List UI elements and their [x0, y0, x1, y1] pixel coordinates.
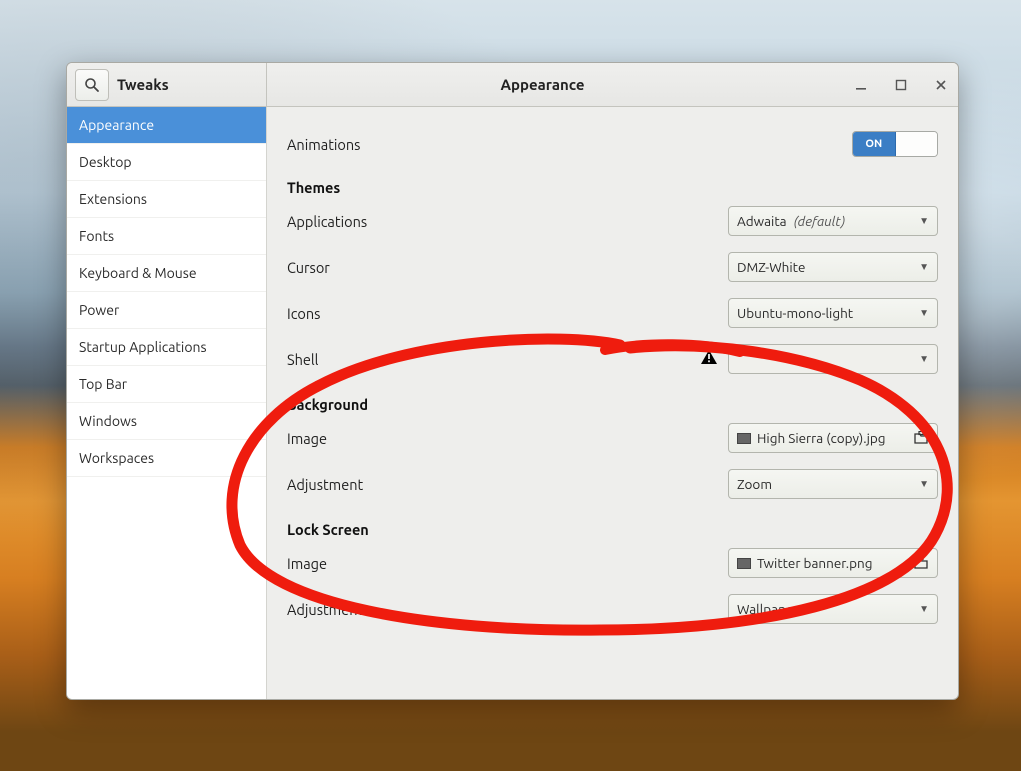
- dropdown-icons-theme[interactable]: Ubuntu-mono-light ▼: [728, 298, 938, 328]
- dropdown-shell-theme: ▼: [728, 344, 938, 374]
- value-icons-theme: Ubuntu-mono-light: [737, 305, 853, 321]
- warning-icon: [700, 349, 718, 369]
- sidebar-item-fonts[interactable]: Fonts: [67, 218, 266, 255]
- tweaks-window: Tweaks Appearance Appearance Desktop Ext…: [66, 62, 959, 700]
- label-lockscreen-adjustment: Adjustment: [287, 601, 363, 618]
- heading-themes: Themes: [287, 165, 938, 198]
- label-lockscreen-image: Image: [287, 555, 327, 572]
- sidebar-item-workspaces[interactable]: Workspaces: [67, 440, 266, 477]
- image-thumbnail-icon: [737, 433, 751, 444]
- window-controls: [850, 74, 952, 96]
- chevron-down-icon: ▼: [919, 307, 929, 319]
- sidebar-item-power[interactable]: Power: [67, 292, 266, 329]
- value-cursor-theme: DMZ-White: [737, 259, 805, 275]
- window-body: Appearance Desktop Extensions Fonts Keyb…: [67, 107, 958, 699]
- chevron-down-icon: ▼: [919, 261, 929, 273]
- sidebar: Appearance Desktop Extensions Fonts Keyb…: [67, 107, 267, 699]
- suffix-applications-default: (default): [794, 213, 846, 229]
- maximize-button[interactable]: [890, 74, 912, 96]
- value-lockscreen-image: Twitter banner.png: [757, 555, 872, 571]
- titlebar: Tweaks Appearance: [67, 63, 958, 107]
- dropdown-background-adjustment[interactable]: Zoom ▼: [728, 469, 938, 499]
- search-icon: [84, 77, 100, 93]
- label-applications: Applications: [287, 213, 367, 230]
- chevron-down-icon: ▼: [919, 215, 929, 227]
- row-lockscreen-adjustment: Adjustment Wallpaper ▼: [287, 586, 938, 632]
- value-applications-theme: Adwaita: [737, 213, 787, 229]
- titlebar-left: Tweaks: [67, 63, 267, 106]
- image-thumbnail-icon: [737, 558, 751, 569]
- maximize-icon: [895, 79, 907, 91]
- label-background-adjustment: Adjustment: [287, 476, 363, 493]
- value-background-adjustment: Zoom: [737, 476, 772, 492]
- heading-background: Background: [287, 382, 938, 415]
- sidebar-item-windows[interactable]: Windows: [67, 403, 266, 440]
- filechooser-lockscreen-image[interactable]: Twitter banner.png: [728, 548, 938, 578]
- sidebar-item-startup-applications[interactable]: Startup Applications: [67, 329, 266, 366]
- row-cursor-theme: Cursor DMZ-White ▼: [287, 244, 938, 290]
- row-icons-theme: Icons Ubuntu-mono-light ▼: [287, 290, 938, 336]
- label-background-image: Image: [287, 430, 327, 447]
- dropdown-cursor-theme[interactable]: DMZ-White ▼: [728, 252, 938, 282]
- file-open-icon: [913, 431, 929, 445]
- search-button[interactable]: [75, 69, 109, 101]
- sidebar-item-appearance[interactable]: Appearance: [67, 107, 266, 144]
- toggle-on-label: ON: [853, 132, 896, 156]
- close-button[interactable]: [930, 74, 952, 96]
- label-animations: Animations: [287, 136, 360, 153]
- close-icon: [935, 79, 947, 91]
- app-title: Tweaks: [117, 76, 169, 93]
- value-lockscreen-adjustment: Wallpaper: [737, 601, 799, 617]
- row-animations: Animations ON: [287, 123, 938, 165]
- chevron-down-icon: ▼: [919, 353, 929, 365]
- row-applications-theme: Applications Adwaita (default) ▼: [287, 198, 938, 244]
- titlebar-right: Appearance: [267, 63, 958, 106]
- toggle-animations[interactable]: ON: [852, 131, 938, 157]
- content-panel: Animations ON Themes Applications Adwait…: [267, 107, 958, 699]
- minimize-button[interactable]: [850, 74, 872, 96]
- value-background-image: High Sierra (copy).jpg: [757, 430, 886, 446]
- row-lockscreen-image: Image Twitter banner.png: [287, 540, 938, 586]
- toggle-off-half: [896, 132, 938, 156]
- heading-lockscreen: Lock Screen: [287, 507, 938, 540]
- sidebar-item-top-bar[interactable]: Top Bar: [67, 366, 266, 403]
- label-shell: Shell: [287, 351, 318, 368]
- sidebar-item-keyboard-mouse[interactable]: Keyboard & Mouse: [67, 255, 266, 292]
- chevron-down-icon: ▼: [919, 478, 929, 490]
- label-cursor: Cursor: [287, 259, 330, 276]
- file-open-icon: [913, 556, 929, 570]
- filechooser-background-image[interactable]: High Sierra (copy).jpg: [728, 423, 938, 453]
- row-background-adjustment: Adjustment Zoom ▼: [287, 461, 938, 507]
- dropdown-lockscreen-adjustment[interactable]: Wallpaper ▼: [728, 594, 938, 624]
- row-shell-theme: Shell ▼: [287, 336, 938, 382]
- dropdown-applications-theme[interactable]: Adwaita (default) ▼: [728, 206, 938, 236]
- label-icons: Icons: [287, 305, 320, 322]
- sidebar-item-desktop[interactable]: Desktop: [67, 144, 266, 181]
- row-background-image: Image High Sierra (copy).jpg: [287, 415, 938, 461]
- chevron-down-icon: ▼: [919, 603, 929, 615]
- sidebar-item-extensions[interactable]: Extensions: [67, 181, 266, 218]
- panel-title: Appearance: [267, 76, 818, 93]
- minimize-icon: [855, 79, 867, 91]
